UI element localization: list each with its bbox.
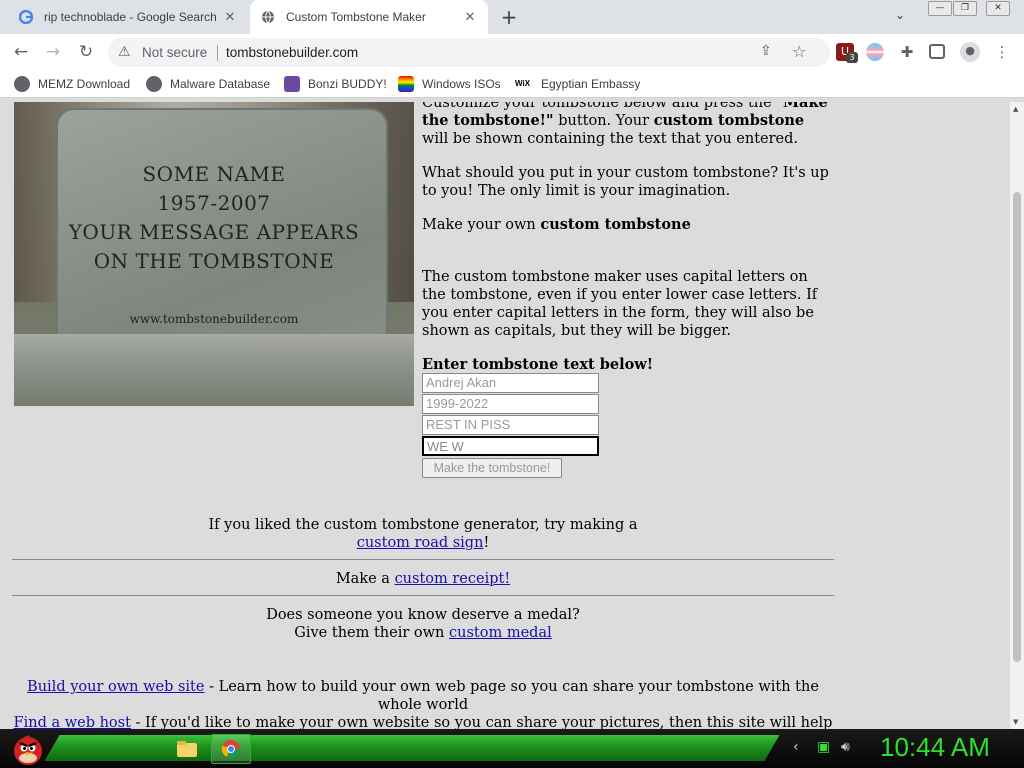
globe-icon	[260, 9, 276, 25]
tombstone-line-2: 1957-2007	[157, 191, 271, 215]
bookmark-label: Bonzi BUDDY!	[308, 77, 387, 91]
tab-title: rip technoblade - Google Search	[44, 10, 217, 24]
wix-icon: WiX	[515, 76, 533, 92]
close-icon[interactable]: ✕	[222, 9, 238, 25]
make-tombstone-button[interactable]: Make the tombstone!	[422, 458, 562, 478]
tombstone-line-1-field[interactable]: Andrej Akan	[422, 373, 599, 393]
bookmark-label: Egyptian Embassy	[541, 77, 641, 91]
page-content: SOME NAME 1957-2007 YOUR MESSAGE APPEARS…	[0, 102, 1010, 729]
tombstone-line-3: YOUR MESSAGE APPEARS	[68, 220, 360, 244]
bookmark-malware-database[interactable]: Malware Database	[146, 76, 270, 92]
tombstone-line-3-field[interactable]: REST IN PISS	[422, 415, 599, 435]
extension-badge: 3	[846, 52, 858, 63]
angry-bird-icon	[14, 734, 42, 765]
intro-paragraph-1: Customize your tombstone below and press…	[422, 102, 828, 147]
start-button[interactable]	[8, 729, 48, 768]
star-icon[interactable]: ☆	[792, 42, 806, 61]
taskbar-clock[interactable]: 10:44 AM	[880, 732, 990, 763]
bookmark-label: Malware Database	[170, 77, 271, 91]
globe-icon	[146, 76, 162, 92]
close-window-button[interactable]: ✕	[986, 1, 1010, 16]
security-label[interactable]: Not secure	[142, 45, 207, 60]
form-heading: Enter tombstone text below!	[422, 356, 654, 373]
scroll-up-icon[interactable]: ▲	[1013, 105, 1018, 113]
chrome-taskbar-button[interactable]	[211, 734, 251, 764]
flag-extension-icon[interactable]	[866, 43, 884, 61]
custom-medal-link[interactable]: custom medal	[449, 625, 552, 641]
forward-arrow-icon[interactable]: →	[42, 41, 64, 63]
warning-triangle-icon[interactable]: ⚠	[118, 44, 131, 60]
tab-custom-tombstone[interactable]: Custom Tombstone Maker ✕	[250, 0, 488, 34]
bonzi-icon	[284, 76, 300, 92]
new-tab-button[interactable]: +	[498, 6, 520, 28]
file-explorer-button[interactable]	[167, 734, 207, 764]
custom-receipt-link[interactable]: custom receipt!	[395, 571, 511, 587]
reload-icon[interactable]: ↻	[75, 41, 97, 63]
intro-paragraph-3: Make your own custom tombstone	[422, 216, 691, 233]
bookmark-label: Windows ISOs	[422, 77, 501, 91]
chevron-left-icon[interactable]: ‹	[793, 739, 799, 755]
intro-paragraph-4: The custom tombstone maker uses capital …	[422, 269, 818, 339]
tombstone-line-4: ON THE TOMBSTONE	[93, 249, 335, 273]
back-arrow-icon[interactable]: ←	[10, 41, 32, 63]
road-sign-promo: If you liked the custom tombstone genera…	[208, 517, 638, 551]
tab-title: Custom Tombstone Maker	[286, 10, 426, 24]
tombstone-line-1: SOME NAME	[142, 162, 286, 186]
bookmark-memz[interactable]: MEMZ Download	[14, 76, 130, 92]
minimize-button[interactable]: —	[928, 1, 952, 16]
side-panel-icon[interactable]	[929, 44, 945, 59]
taskbar: ‹ ▣ 🔊︎ 10:44 AM	[0, 729, 1024, 768]
bookmark-bonzi-buddy[interactable]: Bonzi BUDDY!	[284, 76, 387, 92]
bookmark-windows-isos[interactable]: Windows ISOs	[398, 76, 501, 92]
windows-icon	[398, 76, 414, 92]
url-text[interactable]: tombstonebuilder.com	[226, 45, 358, 60]
tombstone-base	[14, 334, 414, 406]
tombstone-image: SOME NAME 1957-2007 YOUR MESSAGE APPEARS…	[14, 102, 414, 406]
find-web-host-link[interactable]: Find a web host	[14, 715, 131, 729]
receipt-promo: Make a custom receipt!	[335, 571, 511, 587]
divider	[217, 45, 218, 61]
bookmark-label: MEMZ Download	[38, 77, 131, 91]
close-icon[interactable]: ✕	[462, 9, 478, 25]
restore-button[interactable]: ❐	[953, 1, 977, 16]
intro-paragraph-2: What should you put in your custom tombs…	[422, 165, 829, 199]
custom-road-sign-link[interactable]: custom road sign	[357, 535, 484, 551]
page-scrollbar[interactable]: ▲ ▼	[1010, 102, 1024, 729]
bookmarks-bar: MEMZ Download Malware Database Bonzi BUD…	[0, 71, 1024, 98]
medal-promo: Does someone you know deserve a medal? G…	[266, 607, 580, 641]
network-icon[interactable]: ▣	[817, 739, 830, 755]
tombstone-line-2-field[interactable]: 1999-2022	[422, 394, 599, 414]
divider	[12, 595, 834, 596]
scrollbar-thumb[interactable]	[1013, 192, 1021, 662]
tab-strip: rip technoblade - Google Search ✕ Custom…	[0, 0, 1024, 34]
globe-icon	[14, 76, 30, 92]
bookmark-egyptian-embassy[interactable]: WiX Egyptian Embassy	[515, 76, 640, 92]
share-icon[interactable]: ⇪	[760, 43, 772, 59]
speaker-icon[interactable]: 🔊︎	[841, 739, 850, 755]
profile-avatar-icon[interactable]: ●	[960, 42, 980, 62]
tombstone-watermark: www.tombstonebuilder.com	[129, 312, 299, 326]
divider	[12, 559, 834, 560]
puzzle-icon[interactable]: ✚	[898, 43, 916, 61]
address-bar[interactable]: ⚠ Not secure tombstonebuilder.com ⇪ ☆	[108, 38, 830, 67]
chrome-icon	[221, 740, 240, 759]
folder-icon	[177, 741, 197, 757]
google-g-icon	[18, 9, 34, 25]
chevron-down-icon[interactable]: ⌄	[895, 8, 905, 22]
kebab-menu-icon[interactable]: ⋮	[993, 43, 1011, 61]
taskbar-green-strip	[44, 735, 780, 761]
scroll-down-icon[interactable]: ▼	[1013, 718, 1018, 726]
tombstone-line-4-field[interactable]: WE W	[422, 436, 599, 456]
build-website-link[interactable]: Build your own web site	[27, 679, 204, 695]
web-links: Build your own web site - Learn how to b…	[13, 679, 833, 729]
browser-toolbar: ← → ↻ ⚠ Not secure tombstonebuilder.com …	[0, 34, 1024, 71]
tab-google-search[interactable]: rip technoblade - Google Search ✕	[8, 0, 248, 34]
